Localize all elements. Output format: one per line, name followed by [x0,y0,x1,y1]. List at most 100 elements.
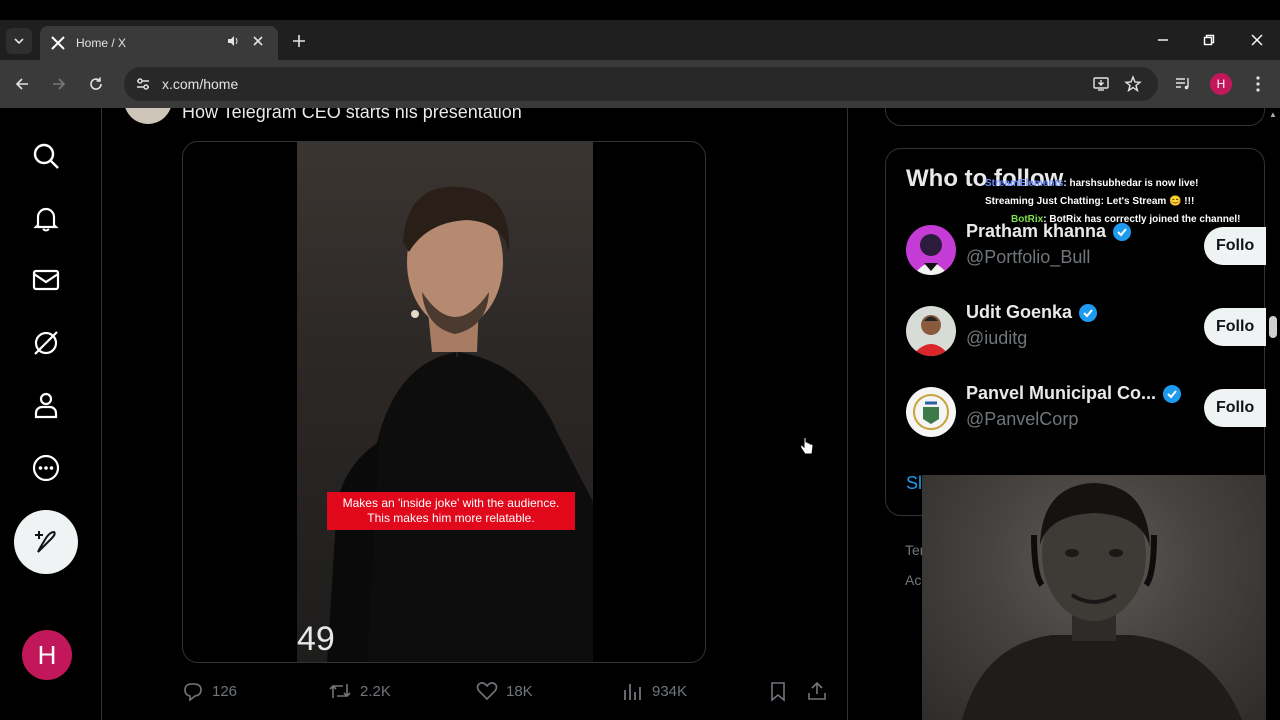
webcam-person-figure [962,483,1242,720]
like-button[interactable]: 18K [476,678,533,704]
close-tab-icon[interactable] [252,34,268,52]
post-video[interactable]: Makes an 'inside joke' with the audience… [297,142,593,662]
close-icon [1251,34,1263,46]
messages-nav[interactable] [24,258,68,302]
previous-card [885,108,1265,126]
repost-count: 2.2K [360,682,391,700]
post-text: How Telegram CEO starts his presentation [182,108,522,122]
browser-menu-icon[interactable] [1246,72,1270,96]
chat-text: Streaming Just Chatting: Let's Stream 😊 … [985,196,1195,207]
url-text: x.com/home [162,76,239,92]
reload-icon [90,77,102,90]
show-more-link[interactable]: Sl [906,473,922,494]
chat-message: Streaming Just Chatting: Let's Stream 😊 … [985,193,1245,211]
left-navigation: H [0,108,100,720]
account-avatar-panvel[interactable] [906,387,956,437]
explore-nav[interactable] [24,134,68,178]
share-button[interactable] [806,678,836,704]
arrow-left-icon [15,78,28,90]
like-count: 18K [506,682,533,700]
page-scrollbar[interactable]: ▲ [1266,108,1280,720]
tab-search-button[interactable] [6,28,32,54]
arrow-right-icon [53,78,66,90]
reply-icon [184,683,202,702]
search-icon [33,143,59,169]
post-actions: 126 2.2K 18K 934K [182,678,832,704]
scroll-thumb[interactable] [1269,316,1277,338]
grok-icon [34,331,58,355]
compose-post-button[interactable] [14,510,78,574]
suggested-account[interactable]: Pratham khanna @Portfolio_Bull Follo [906,221,1280,285]
share-icon [808,681,826,700]
account-name[interactable]: Panvel Municipal Co... [966,383,1182,404]
post-author-avatar[interactable] [124,108,172,124]
close-window-button[interactable] [1234,20,1280,60]
stream-chat-overlay: StreamElements: harshsubhedar is now liv… [985,175,1245,229]
footer-link-accessibility[interactable]: Ac [905,572,921,588]
notifications-nav[interactable] [24,196,68,240]
chat-text: : BotRix has correctly joined the channe… [1043,214,1241,225]
timeline-feed: How Telegram CEO starts his presentation… [101,108,848,720]
bookmark-star-icon[interactable] [1120,67,1146,101]
post-media[interactable]: Makes an 'inside joke' with the audience… [182,141,706,663]
scroll-up-arrow-icon[interactable]: ▲ [1269,110,1277,119]
views-button[interactable]: 934K [622,678,687,704]
tab-strip: Home / X [0,20,1280,60]
tab-title: Home / X [76,36,127,50]
bookmark-icon [771,682,785,702]
account-avatar-pratham[interactable] [906,225,956,275]
profile-nav[interactable] [24,383,68,427]
minimize-button[interactable] [1140,20,1186,60]
analytics-icon [624,684,641,700]
caption-line-2: This makes him more relatable. [367,511,535,525]
repost-button[interactable]: 2.2K [328,678,391,704]
bookmark-button[interactable] [767,678,797,704]
suggested-account[interactable]: Panvel Municipal Co... @PanvelCorp Follo [906,383,1280,447]
verified-badge-icon [1163,384,1182,403]
hand-cursor-icon [800,437,814,455]
account-avatar[interactable]: H [22,630,72,680]
plus-icon [293,35,305,47]
restore-icon [1203,34,1215,46]
envelope-icon [32,269,60,291]
address-bar[interactable]: x.com/home [124,67,1158,101]
suggested-account[interactable]: Udit Goenka @iuditg Follo [906,302,1280,366]
chat-message: BotRix: BotRix has correctly joined the … [985,211,1245,229]
media-controls-icon[interactable] [1171,72,1195,96]
account-avatar-udit[interactable] [906,306,956,356]
caption-line-1: Makes an 'inside joke' with the audience… [342,496,560,510]
account-name-text: Panvel Municipal Co... [966,383,1157,403]
reload-button[interactable] [84,72,108,96]
speaker-icon[interactable] [226,34,242,53]
feather-plus-icon [35,530,56,553]
verified-badge-icon [1079,303,1098,322]
restore-button[interactable] [1186,20,1232,60]
more-nav[interactable] [24,446,68,490]
chat-message: StreamElements: harshsubhedar is now liv… [985,175,1245,193]
x-logo-icon [50,35,66,51]
account-handle: @iuditg [966,328,1028,348]
tab-home-x[interactable]: Home / X [40,26,278,60]
bell-icon [33,207,59,232]
back-button[interactable] [10,72,34,96]
chat-text: : harshsubhedar is now live! [1063,178,1199,189]
video-person-figure [327,186,593,662]
video-timecode: 49 [297,620,335,658]
account-name[interactable]: Udit Goenka [966,302,1098,323]
webcam-overlay [922,475,1266,720]
install-app-icon[interactable] [1088,67,1114,101]
reply-button[interactable]: 126 [182,678,237,704]
account-handle: @Portfolio_Bull [966,247,1091,267]
site-info-icon[interactable] [126,67,160,101]
account-handle: @PanvelCorp [966,409,1079,429]
browser-toolbar: x.com/home [0,60,1280,108]
grok-nav[interactable] [24,321,68,365]
minimize-icon [1158,39,1168,41]
heart-icon [476,682,498,701]
account-name-text: Udit Goenka [966,302,1073,322]
screen-top-bar [0,0,1280,20]
profile-avatar[interactable]: H [1210,73,1232,95]
views-count: 934K [652,682,688,700]
new-tab-button[interactable] [288,30,310,52]
forward-button[interactable] [47,72,71,96]
